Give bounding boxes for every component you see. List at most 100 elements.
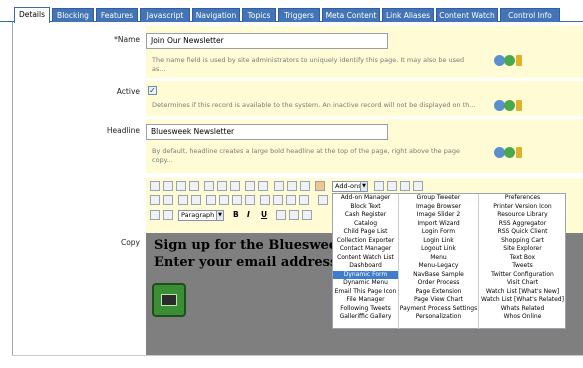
- media-icon[interactable]: [300, 181, 310, 191]
- addons-menu-item[interactable]: Dashboard: [333, 262, 398, 271]
- addons-menu-item[interactable]: Following Tweets: [333, 305, 398, 314]
- tab-navigation[interactable]: Navigation: [192, 8, 240, 22]
- addons-menu-item[interactable]: Dynamic Menu: [333, 279, 398, 288]
- outdent-icon[interactable]: [178, 195, 188, 205]
- addons-menu-item[interactable]: Content Watch List: [333, 254, 398, 263]
- addons-menu-item[interactable]: Email This Page Icon: [333, 288, 398, 297]
- code-icon[interactable]: [400, 181, 410, 191]
- addons-menu-item[interactable]: Login Link: [399, 237, 478, 246]
- refresh-icon[interactable]: [504, 100, 515, 111]
- pencil-icon[interactable]: [516, 55, 522, 66]
- addons-menu-item[interactable]: Watch List [What's New]: [479, 288, 566, 297]
- indent-icon[interactable]: [191, 195, 201, 205]
- pencil-icon[interactable]: [516, 147, 522, 158]
- tab-triggers[interactable]: Triggers: [278, 8, 320, 22]
- addons-menu-item[interactable]: Import Wizard: [399, 220, 478, 229]
- addons-menu-item[interactable]: Menu-Legacy: [399, 262, 478, 271]
- active-checkbox[interactable]: ✓: [148, 86, 157, 95]
- tab-features[interactable]: Features: [96, 8, 138, 22]
- addons-menu-item[interactable]: Tweets: [479, 262, 566, 271]
- addons-menu-item[interactable]: Contact Manager: [333, 245, 398, 254]
- cut-icon[interactable]: [204, 181, 214, 191]
- addons-menu-item[interactable]: Child Page List: [333, 228, 398, 237]
- addons-menu-item[interactable]: Image Slider 2: [399, 211, 478, 220]
- addons-menu-item[interactable]: Menu: [399, 254, 478, 263]
- tab-details[interactable]: Details: [14, 7, 50, 23]
- headline-input[interactable]: Bluesweek Newsletter: [146, 124, 388, 140]
- refresh-icon[interactable]: [504, 55, 515, 66]
- subscript-icon[interactable]: [302, 210, 312, 220]
- find-icon[interactable]: [189, 181, 199, 191]
- addons-menu-item[interactable]: Text Box: [479, 254, 566, 263]
- superscript-icon[interactable]: [289, 210, 299, 220]
- special-char-icon[interactable]: [299, 195, 309, 205]
- newsletter-signup-button[interactable]: [152, 283, 186, 317]
- pencil-icon[interactable]: [516, 100, 522, 111]
- addons-menu-item[interactable]: Order Process: [399, 279, 478, 288]
- addons-menu-item[interactable]: Personalization: [399, 313, 478, 322]
- tab-content-watch[interactable]: Content Watch: [436, 8, 498, 22]
- numbered-list-icon[interactable]: [150, 195, 160, 205]
- addons-menu-item[interactable]: Resource Library: [479, 211, 566, 220]
- omega-icon[interactable]: [318, 195, 328, 205]
- addons-menu-item[interactable]: Page Extension: [399, 288, 478, 297]
- addons-menu-item[interactable]: Shopping Cart: [479, 237, 566, 246]
- addons-menu-item[interactable]: Cash Register: [333, 211, 398, 220]
- tab-javascript[interactable]: Javascript: [140, 8, 190, 22]
- addons-menu-item[interactable]: Payment Process Settings: [399, 305, 478, 314]
- bold-button[interactable]: B: [233, 209, 239, 221]
- tab-blocking[interactable]: Blocking: [52, 8, 94, 22]
- table-icon[interactable]: [260, 195, 270, 205]
- source-icon[interactable]: [413, 181, 423, 191]
- style-icon[interactable]: [150, 210, 160, 220]
- link-icon[interactable]: [387, 181, 397, 191]
- addons-menu-item[interactable]: Twitter Configuration: [479, 271, 566, 280]
- paste-icon[interactable]: [230, 181, 240, 191]
- bulleted-list-icon[interactable]: [163, 195, 173, 205]
- strikethrough-icon[interactable]: [276, 210, 286, 220]
- addons-menu-item[interactable]: Catalog: [333, 220, 398, 229]
- align-center-icon[interactable]: [219, 195, 229, 205]
- addons-menu-item[interactable]: Visit Chart: [479, 279, 566, 288]
- paragraph-select[interactable]: Paragraph ▼: [178, 210, 224, 221]
- font-color-icon[interactable]: [163, 210, 173, 220]
- addons-menu-item[interactable]: Group Tweeter: [399, 194, 478, 203]
- addons-menu-item[interactable]: Galleriffic Gallery: [333, 313, 398, 322]
- addons-menu-item[interactable]: Block Text: [333, 203, 398, 212]
- insert-addon-icon[interactable]: [315, 181, 325, 191]
- print-icon[interactable]: [176, 181, 186, 191]
- tab-control-info[interactable]: Control Info: [500, 8, 560, 22]
- addons-menu-item[interactable]: Printer Version Icon: [479, 203, 566, 212]
- refresh-icon[interactable]: [504, 147, 515, 158]
- justify-icon[interactable]: [245, 195, 255, 205]
- addons-menu-item[interactable]: Image Browser: [399, 203, 478, 212]
- italic-button[interactable]: I: [247, 209, 250, 221]
- addons-menu-item[interactable]: Dynamic Form: [333, 270, 398, 279]
- addons-menu-item[interactable]: RSS Quick Client: [479, 228, 566, 237]
- addons-menu-item[interactable]: Preferences: [479, 194, 566, 203]
- addons-menu-item[interactable]: Watch List [What's Related]: [479, 296, 566, 305]
- horizontal-rule-icon[interactable]: [286, 195, 296, 205]
- form-icon[interactable]: [273, 195, 283, 205]
- new-document-icon[interactable]: [150, 181, 160, 191]
- addons-menu-item[interactable]: Logout Link: [399, 245, 478, 254]
- anchor-icon[interactable]: [374, 181, 384, 191]
- redo-icon[interactable]: [258, 181, 268, 191]
- image-icon[interactable]: [274, 181, 284, 191]
- addons-menu-item[interactable]: Login Form: [399, 228, 478, 237]
- tab-topics[interactable]: Topics: [242, 8, 276, 22]
- addons-menu-item[interactable]: Collection Exporter: [333, 237, 398, 246]
- addons-select[interactable]: Add-ons ▼: [332, 181, 368, 192]
- preview-icon[interactable]: [163, 181, 173, 191]
- align-right-icon[interactable]: [232, 195, 242, 205]
- flash-icon[interactable]: [287, 181, 297, 191]
- align-left-icon[interactable]: [206, 195, 216, 205]
- tab-meta-content[interactable]: Meta Content: [322, 8, 380, 22]
- tab-link-aliases[interactable]: Link Aliases: [382, 8, 434, 22]
- addons-menu-item[interactable]: Add-on Manager: [333, 194, 398, 203]
- addons-menu-item[interactable]: RSS Aggregator: [479, 220, 566, 229]
- addons-menu-item[interactable]: Whats Related: [479, 305, 566, 314]
- underline-button[interactable]: U: [261, 209, 267, 221]
- name-input[interactable]: Join Our Newsletter: [146, 33, 388, 49]
- addons-menu-item[interactable]: File Manager: [333, 296, 398, 305]
